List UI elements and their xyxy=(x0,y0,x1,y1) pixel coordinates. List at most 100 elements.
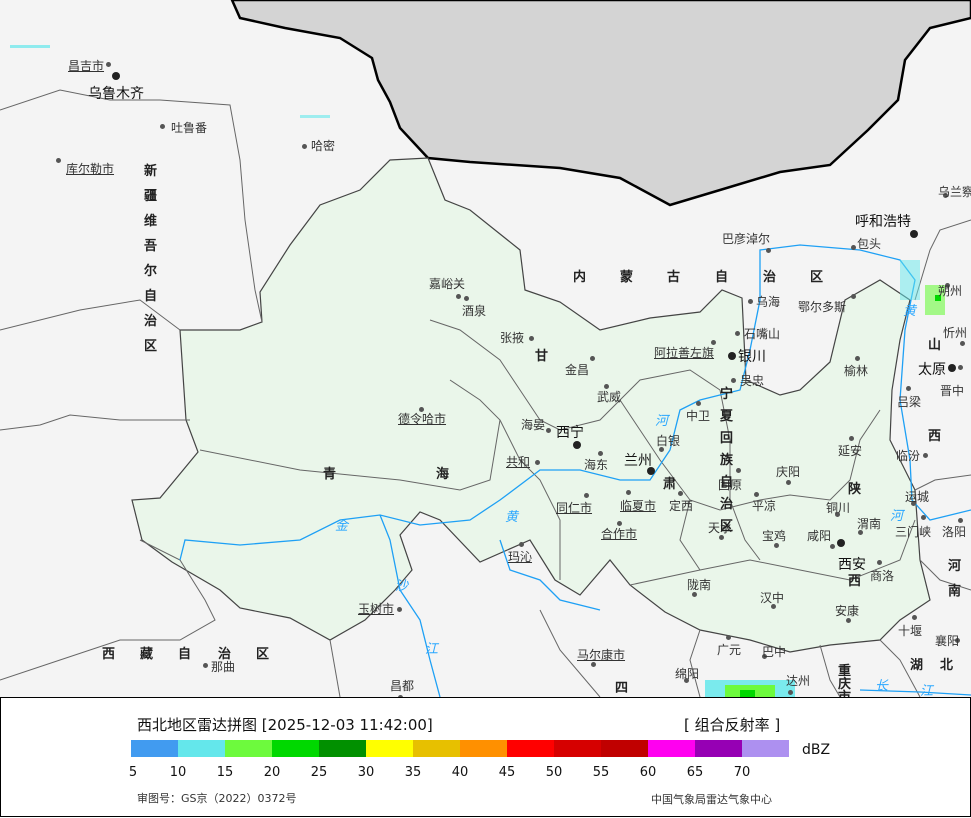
province-label: 山 xyxy=(928,338,942,353)
legend-tick: 35 xyxy=(404,765,422,780)
city-label: 嘉峪关 xyxy=(429,277,466,291)
city-label: 晋中 xyxy=(940,384,965,398)
radar-map[interactable]: 昌吉市 乌鲁木齐 吐鲁番 哈密 库尔勒市 嘉峪关 酒泉 张掖 金昌 武威 德令哈市 海晏 西宁 共和 海东兰… xyxy=(0,0,971,698)
province-label: 疆 xyxy=(144,189,158,204)
city-label: 绵阳 xyxy=(675,667,700,681)
province-label: 维 xyxy=(144,214,158,229)
river-label: 河 xyxy=(890,509,904,524)
city-marker-icon xyxy=(711,340,716,345)
city-label: 同仁市 xyxy=(556,501,593,515)
city-marker-icon xyxy=(851,245,856,250)
province-label: 甘 xyxy=(535,349,549,364)
city-label: 合作市 xyxy=(601,527,638,541)
city-marker-icon xyxy=(456,294,461,299)
legend-panel: 西北地区雷达拼图 [2025-12-03 11:42:00] [ 组合反射率 ]… xyxy=(0,698,971,817)
city-label: 金昌 xyxy=(565,363,590,377)
map-approval-number: 审图号：GS京（2022）0372号 xyxy=(137,792,297,805)
city-label: 海晏 xyxy=(521,418,546,432)
city-label: 银川 xyxy=(738,349,766,365)
province-label: 陕 xyxy=(848,482,862,497)
province-label: 南 xyxy=(948,584,962,599)
legend-tick: 15 xyxy=(216,765,234,780)
city-marker-icon xyxy=(584,493,589,498)
legend-tick: 10 xyxy=(169,765,187,780)
river-label: 河 xyxy=(655,414,669,429)
city-marker-icon xyxy=(906,386,911,391)
city-marker-icon xyxy=(302,144,307,149)
legend-tick: 25 xyxy=(310,765,328,780)
city-label: 定西 xyxy=(669,499,694,513)
province-label: 市 xyxy=(838,690,852,698)
legend-swatch xyxy=(366,740,413,757)
legend-swatch xyxy=(225,740,272,757)
city-marker-icon xyxy=(786,480,791,485)
legend-swatch xyxy=(460,740,507,757)
province-label: 蒙 xyxy=(620,270,634,285)
city-label: 榆林 xyxy=(844,364,869,378)
city-marker-icon xyxy=(546,428,551,433)
city-marker-icon xyxy=(598,451,603,456)
city-marker-icon xyxy=(735,331,740,336)
legend-swatch xyxy=(319,740,366,757)
city-marker-icon xyxy=(754,492,759,497)
color-scale-bar xyxy=(131,740,789,757)
legend-swatch xyxy=(695,740,742,757)
city-label: 吴忠 xyxy=(740,374,765,388)
province-label: 宁 xyxy=(720,387,734,402)
city-marker-icon xyxy=(160,124,165,129)
city-label: 吐鲁番 xyxy=(171,121,208,135)
province-label: 治 xyxy=(144,314,158,329)
legend-tick: 20 xyxy=(263,765,281,780)
province-label: 西 xyxy=(848,574,862,589)
legend-swatch xyxy=(601,740,648,757)
province-label: 古 xyxy=(667,270,681,285)
legend-swatch xyxy=(413,740,460,757)
city-marker-icon xyxy=(617,521,622,526)
province-label: 西 xyxy=(928,429,942,444)
city-marker-icon xyxy=(529,336,534,341)
city-marker-icon xyxy=(851,294,856,299)
city-marker-icon xyxy=(112,72,120,80)
city-label: 三门峡 xyxy=(895,525,932,539)
legend-swatch xyxy=(648,740,695,757)
province-label: 区 xyxy=(144,339,158,354)
city-marker-icon xyxy=(830,544,835,549)
data-source: 中国气象局雷达气象中心 xyxy=(651,793,772,806)
legend-unit: dBZ xyxy=(802,742,831,758)
city-marker-icon xyxy=(719,535,724,540)
city-marker-icon xyxy=(910,230,918,238)
city-label: 襄阳 xyxy=(935,634,960,648)
province-label: 尔 xyxy=(144,264,158,279)
city-marker-icon xyxy=(877,560,882,565)
city-label: 包头 xyxy=(857,237,882,251)
city-marker-icon xyxy=(837,539,845,547)
river-label: 黄 xyxy=(505,510,519,525)
province-label: 吾 xyxy=(144,239,158,254)
legend-swatch xyxy=(272,740,319,757)
province-label: 自 xyxy=(178,647,192,662)
city-label: 临夏市 xyxy=(620,499,657,513)
city-label: 乌兰察布 xyxy=(938,185,971,199)
city-marker-icon xyxy=(960,341,965,346)
city-marker-icon xyxy=(203,663,208,668)
province-label: 河 xyxy=(948,559,962,574)
city-marker-icon xyxy=(591,662,596,667)
city-marker-icon xyxy=(766,248,771,253)
city-marker-icon xyxy=(788,690,793,695)
legend-swatch xyxy=(507,740,554,757)
legend-tick: 50 xyxy=(545,765,563,780)
city-label: 阿拉善左旗 xyxy=(654,346,715,360)
city-label: 延安 xyxy=(838,444,863,458)
province-label: 藏 xyxy=(140,647,154,662)
legend-tick: 45 xyxy=(498,765,516,780)
city-label: 洛阳 xyxy=(942,525,967,539)
city-marker-icon xyxy=(921,515,926,520)
city-label: 酒泉 xyxy=(462,304,487,318)
city-label: 巴中 xyxy=(762,645,787,659)
province-label: 区 xyxy=(256,647,270,662)
province-label: 夏 xyxy=(720,409,734,424)
city-marker-icon xyxy=(604,384,609,389)
province-label: 自 xyxy=(720,475,734,490)
map-title: 西北地区雷达拼图 [2025-12-03 11:42:00] xyxy=(137,716,433,734)
city-label: 铜川 xyxy=(826,501,851,515)
